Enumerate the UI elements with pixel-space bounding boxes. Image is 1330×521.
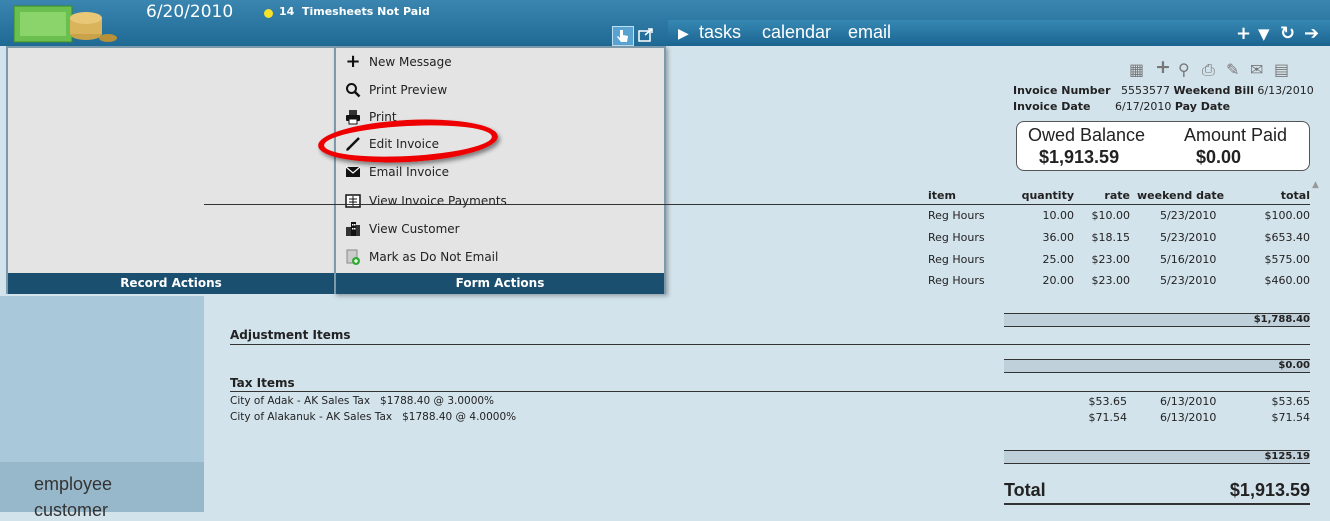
money-logo-icon	[13, 5, 117, 43]
tax-rule	[230, 391, 1310, 392]
invoice-number-row: Invoice Number 5553577 Weekend Bill 6/13…	[1013, 84, 1314, 97]
adjustment-rule	[230, 344, 1310, 345]
record-actions-panel	[6, 46, 336, 294]
table-cell: 36.00	[1042, 231, 1075, 244]
table-cell: 20.00	[1042, 274, 1075, 287]
nav-customer[interactable]: customer	[34, 500, 108, 521]
table-cell: 5/23/2010	[1160, 209, 1217, 222]
tax-row-amount: $53.65	[1088, 395, 1128, 408]
table-cell: $18.15	[1091, 231, 1131, 244]
col-quantity: quantity	[1021, 189, 1074, 202]
table-cell: 25.00	[1042, 253, 1075, 266]
tax-row-total: $53.65	[1271, 395, 1311, 408]
form-actions-footer: Form Actions	[336, 273, 664, 294]
table-cell: Reg Hours	[928, 209, 985, 222]
amount-paid-value: $0.00	[1196, 147, 1242, 167]
adjustment-items-title: Adjustment Items	[230, 328, 351, 342]
popout-icon	[638, 28, 653, 42]
menu-mark-do-not-email[interactable]: Mark as Do Not Email	[345, 246, 498, 268]
hand-pointer-icon	[617, 30, 628, 42]
invoice-date-row: Invoice Date 6/17/2010 Pay Date	[1013, 100, 1231, 113]
amount-paid-label: Amount Paid	[1184, 125, 1288, 145]
table-cell: 5/23/2010	[1160, 231, 1217, 244]
envelope-icon	[345, 164, 361, 180]
mark-icon	[345, 249, 361, 265]
tax-row-desc: City of Alakanuk - AK Sales Tax $1788.40…	[230, 411, 517, 423]
edit-icon[interactable]: ✎	[1226, 60, 1239, 79]
refresh-icon[interactable]: ↻	[1280, 23, 1295, 44]
email-icon[interactable]: ✉	[1250, 60, 1263, 79]
table-cell: $23.00	[1091, 253, 1131, 266]
table-header-rule	[204, 204, 1310, 205]
payments-icon	[345, 193, 361, 209]
timesheets-notice[interactable]: 14 Timesheets Not Paid	[279, 5, 430, 18]
print-icon[interactable]: ⎙	[1202, 60, 1215, 80]
building-icon	[345, 221, 361, 237]
tax-row-desc: City of Adak - AK Sales Tax $1788.40 @ 3…	[230, 395, 495, 407]
owed-balance-value: $1,913.59	[1039, 147, 1120, 167]
table-cell: 5/23/2010	[1160, 274, 1217, 287]
items-subtotal: $1,788.40	[1253, 314, 1310, 325]
table-cell: $100.00	[1264, 209, 1311, 222]
logout-arrow-icon[interactable]: ➔	[1304, 23, 1319, 44]
tax-row-date: 6/13/2010	[1160, 411, 1217, 424]
payments-view-icon[interactable]: ▤	[1274, 60, 1289, 79]
table-cell: $460.00	[1264, 274, 1311, 287]
search-icon[interactable]: ⚲	[1178, 60, 1190, 79]
col-weekend-date: weekend date	[1137, 189, 1225, 202]
pin-button[interactable]	[612, 26, 634, 46]
customer-building-icon[interactable]: ▦	[1129, 60, 1144, 79]
col-total: total	[1280, 189, 1310, 202]
table-cell: $653.40	[1264, 231, 1311, 244]
current-date: 6/20/2010	[146, 2, 234, 22]
total-label: Total	[1004, 480, 1046, 500]
scroll-up-icon[interactable]: ▲	[1312, 180, 1319, 190]
table-cell: $10.00	[1091, 209, 1131, 222]
tax-row-date: 6/13/2010	[1160, 395, 1217, 408]
nav-calendar[interactable]: calendar	[762, 22, 831, 43]
expand-arrow-icon[interactable]: ▶	[678, 26, 689, 42]
filter-icon[interactable]: ▼	[1258, 25, 1270, 43]
col-rate: rate	[1104, 189, 1130, 202]
tax-row-total: $71.54	[1271, 411, 1311, 424]
add-invoice-icon[interactable]: +	[1155, 56, 1171, 78]
col-item: item	[928, 189, 956, 202]
nav-employee[interactable]: employee	[34, 474, 112, 495]
table-cell: 10.00	[1042, 209, 1075, 222]
total-rule	[1004, 503, 1310, 505]
table-cell: $575.00	[1264, 253, 1311, 266]
tax-row-amount: $71.54	[1088, 411, 1128, 424]
record-actions-footer: Record Actions	[8, 273, 334, 294]
notice-dot-icon	[264, 9, 273, 18]
menu-view-customer[interactable]: View Customer	[345, 218, 460, 240]
add-icon[interactable]: +	[1236, 23, 1251, 44]
total-value: $1,913.59	[1229, 480, 1310, 500]
table-cell: $23.00	[1091, 274, 1131, 287]
owed-balance-label: Owed Balance	[1028, 125, 1146, 145]
table-cell: Reg Hours	[928, 253, 985, 266]
menu-email-invoice[interactable]: Email Invoice	[345, 161, 449, 183]
table-cell: Reg Hours	[928, 231, 985, 244]
popout-button[interactable]	[636, 26, 656, 44]
table-cell: 5/16/2010	[1160, 253, 1217, 266]
nav-tasks[interactable]: tasks	[699, 22, 741, 43]
tax-subtotal: $125.19	[1264, 451, 1310, 462]
menu-print-preview[interactable]: Print Preview	[345, 79, 447, 101]
printer-icon	[345, 109, 361, 125]
table-cell: Reg Hours	[928, 274, 985, 287]
nav-email[interactable]: email	[848, 22, 891, 43]
menu-view-invoice-payments[interactable]: View Invoice Payments	[345, 190, 507, 212]
tax-items-title: Tax Items	[230, 376, 295, 390]
adjustment-subtotal: $0.00	[1278, 360, 1310, 371]
magnifier-icon	[345, 82, 361, 98]
plus-icon: +	[345, 51, 361, 72]
menu-new-message[interactable]: + New Message	[345, 51, 451, 73]
